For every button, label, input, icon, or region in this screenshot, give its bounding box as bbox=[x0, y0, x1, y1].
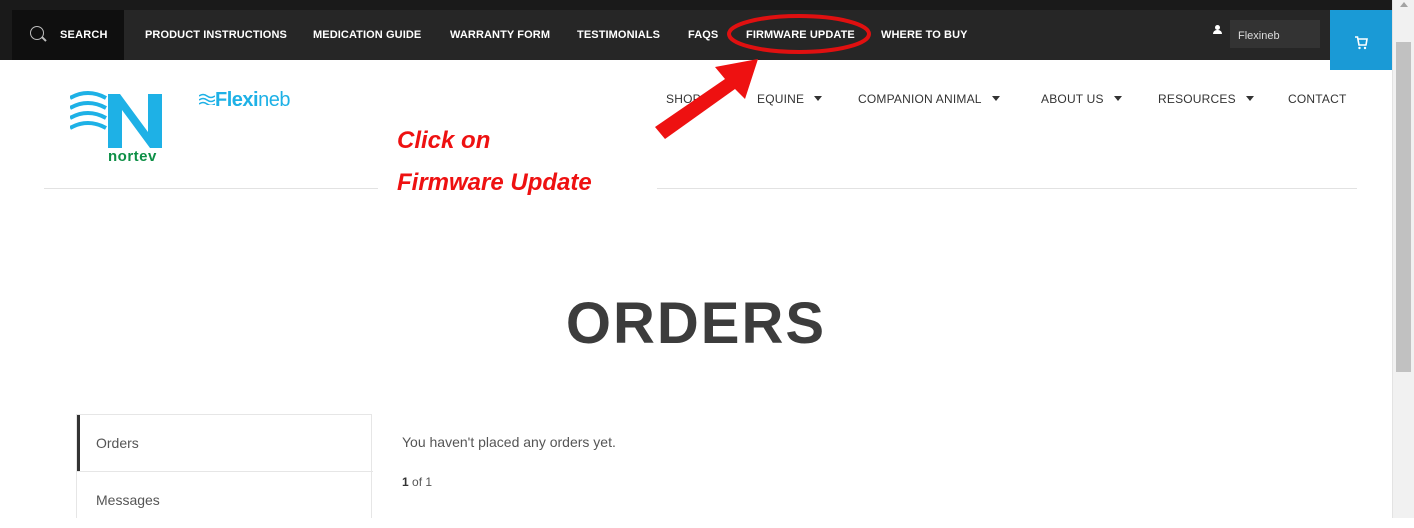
topnav-warranty-form[interactable]: WARRANTY FORM bbox=[450, 29, 550, 41]
page-title: ORDERS bbox=[565, 291, 827, 356]
pagination: 1 of 1 bbox=[402, 475, 432, 489]
chevron-down-icon bbox=[814, 96, 823, 101]
annotation-line-1: Click on bbox=[397, 127, 491, 154]
page-scrollbar[interactable] bbox=[1392, 0, 1414, 518]
search-label: SEARCH bbox=[60, 29, 108, 41]
flexineb-thin: neb bbox=[258, 89, 290, 111]
sidebar-item-label: Messages bbox=[96, 492, 160, 508]
mainnav-resources-label: RESOURCES bbox=[1158, 92, 1236, 106]
annotation-text: Click on Firmware Update bbox=[397, 120, 657, 204]
sidebar-item-messages[interactable]: Messages bbox=[77, 472, 373, 528]
nortev-n-mark bbox=[69, 91, 162, 148]
mainnav-contact[interactable]: CONTACT bbox=[1288, 92, 1347, 106]
mainnav-equine[interactable]: EQUINE bbox=[757, 92, 823, 106]
mainnav-about-us-label: ABOUT US bbox=[1041, 92, 1104, 106]
chevron-down-icon bbox=[991, 96, 1000, 101]
search-button[interactable]: SEARCH bbox=[12, 10, 124, 60]
scroll-thumb[interactable] bbox=[1396, 42, 1411, 372]
annotation-line-2: Firmware Update bbox=[397, 169, 592, 196]
firmware-highlight-ellipse bbox=[727, 14, 871, 54]
search-icon bbox=[30, 26, 44, 40]
topnav-faqs[interactable]: FAQS bbox=[688, 29, 718, 41]
account-sidebar: Orders Messages bbox=[76, 414, 373, 518]
topnav-product-instructions[interactable]: PRODUCT INSTRUCTIONS bbox=[145, 29, 287, 41]
pagination-current: 1 bbox=[402, 475, 409, 489]
chevron-down-icon bbox=[1113, 96, 1122, 101]
flexineb-bold: Flexi bbox=[215, 89, 259, 111]
topnav-medication-guide[interactable]: MEDICATION GUIDE bbox=[313, 29, 421, 41]
header-divider bbox=[44, 188, 1357, 189]
user-account-field[interactable]: Flexineb bbox=[1230, 20, 1320, 48]
cart-icon bbox=[1354, 36, 1368, 53]
mainnav-about-us[interactable]: ABOUT US bbox=[1041, 92, 1122, 106]
sidebar-item-orders[interactable]: Orders bbox=[77, 415, 373, 471]
flexineb-wave-icon bbox=[198, 93, 216, 107]
arrow-icon bbox=[655, 59, 758, 139]
scroll-up-arrow-icon[interactable] bbox=[1400, 2, 1408, 7]
flexineb-logo[interactable]: Flexineb bbox=[198, 89, 290, 112]
cart-button[interactable] bbox=[1330, 10, 1392, 70]
mainnav-companion-animal[interactable]: COMPANION ANIMAL bbox=[858, 92, 1000, 106]
sidebar-item-label: Orders bbox=[96, 435, 139, 451]
nortev-logo-text: nortev bbox=[108, 148, 157, 165]
user-icon bbox=[1213, 25, 1222, 34]
mainnav-resources[interactable]: RESOURCES bbox=[1158, 92, 1254, 106]
orders-empty-message: You haven't placed any orders yet. bbox=[402, 434, 616, 450]
topnav-where-to-buy[interactable]: WHERE TO BUY bbox=[881, 29, 968, 41]
pagination-total: of 1 bbox=[408, 475, 433, 489]
mainnav-companion-animal-label: COMPANION ANIMAL bbox=[858, 92, 982, 106]
topnav-testimonials[interactable]: TESTIMONIALS bbox=[577, 29, 660, 41]
chevron-down-icon bbox=[1245, 96, 1254, 101]
